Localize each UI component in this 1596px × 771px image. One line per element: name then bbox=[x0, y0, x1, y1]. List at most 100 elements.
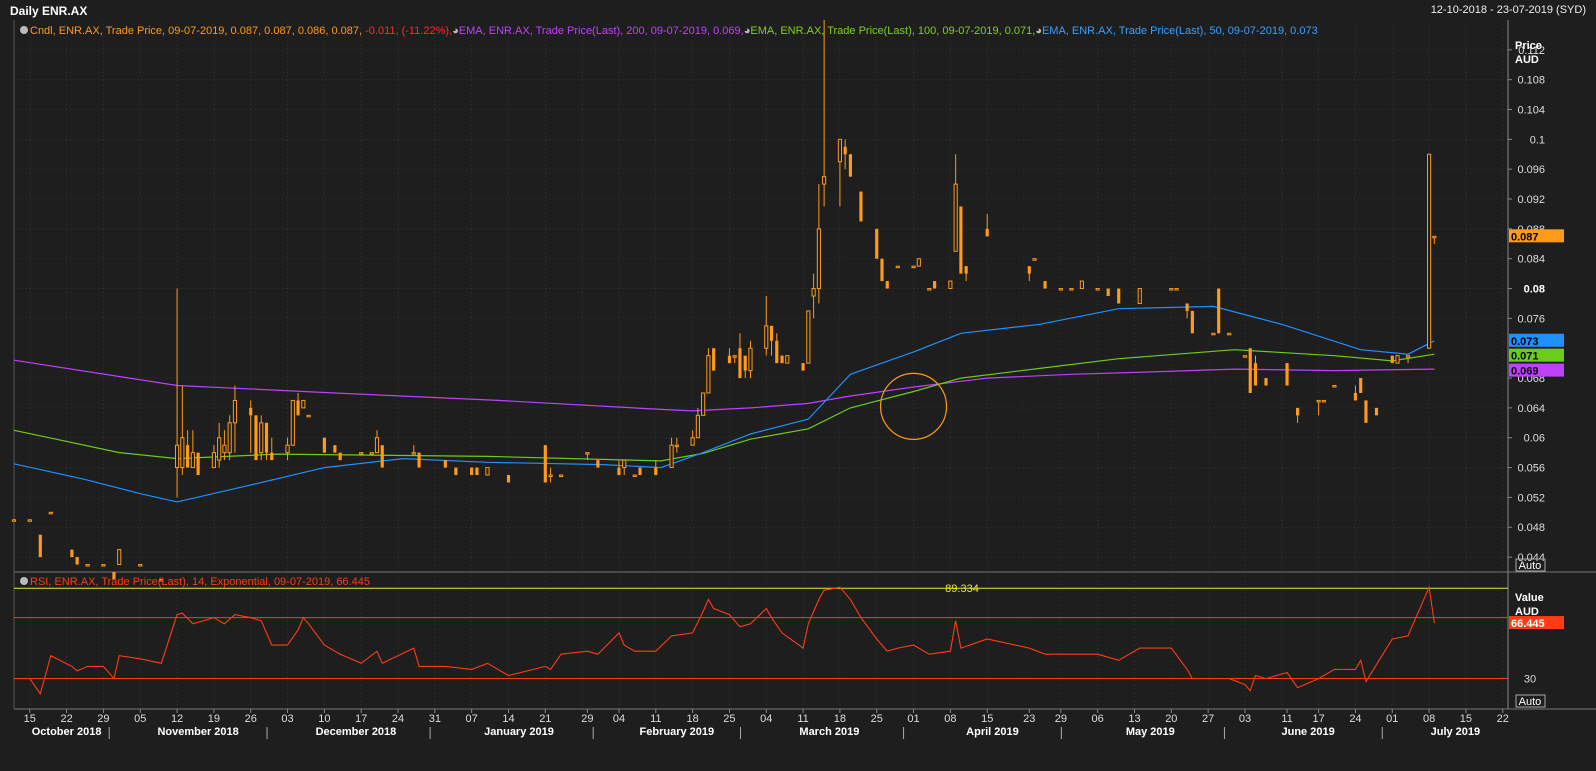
candle-body-down bbox=[75, 557, 79, 565]
x-tick-label: 03 bbox=[281, 713, 293, 725]
candle-body-down bbox=[985, 228, 989, 237]
candle-body-down bbox=[270, 452, 274, 461]
candle-body-up bbox=[785, 355, 790, 364]
legend-text: Cndl, ENR.AX, Trade Price, 09-07-2019, 0… bbox=[30, 25, 1318, 37]
x-tick-label: 17 bbox=[1312, 713, 1324, 725]
x-tick-label: 20 bbox=[1165, 713, 1177, 725]
candle-body-down bbox=[322, 437, 326, 453]
candle-body-down bbox=[296, 400, 300, 416]
x-month-label: May 2019 bbox=[1126, 726, 1175, 738]
candle-body-up bbox=[695, 414, 700, 439]
candle-body-up bbox=[1137, 288, 1142, 304]
candle-body-up bbox=[211, 452, 216, 469]
candle-body-down bbox=[712, 348, 716, 371]
candle-body-up bbox=[1079, 280, 1084, 290]
candle-body-up bbox=[927, 288, 932, 291]
candle-body-down bbox=[1248, 348, 1252, 393]
candle-body-up bbox=[1432, 235, 1437, 239]
candle-body-down bbox=[801, 363, 805, 371]
candle-body-up bbox=[138, 564, 143, 567]
price-badge-label: 0.073 bbox=[1511, 336, 1539, 348]
price-axis-unit: AUD bbox=[1515, 54, 1539, 66]
candle-body-up bbox=[585, 452, 590, 455]
x-month-label: July 2019 bbox=[1431, 726, 1481, 738]
candle-body-up bbox=[748, 347, 753, 372]
candle-body-up bbox=[559, 474, 564, 478]
legend-icon: ◕ bbox=[1035, 25, 1042, 37]
candle-body-up bbox=[816, 228, 821, 290]
candle-body-up bbox=[1321, 399, 1326, 403]
legend-entry: EMA, ENR.AX, Trade Price(Last), 50, 09-0… bbox=[1042, 25, 1318, 37]
candle-body-down bbox=[1295, 407, 1300, 416]
candle-body-down bbox=[475, 467, 479, 476]
rsi-auto-label: Auto bbox=[1519, 696, 1542, 708]
candle-body-up bbox=[895, 265, 900, 269]
rsi-level-label: 89.334 bbox=[945, 583, 979, 595]
candle-body-down bbox=[1185, 303, 1189, 311]
legend-entry: EMA, ENR.AX, Trade Price(Last), 200, 09-… bbox=[459, 25, 744, 37]
candle-body-down bbox=[1285, 363, 1289, 386]
x-tick-label: 18 bbox=[686, 713, 698, 725]
candle-body-up bbox=[285, 444, 290, 454]
candle-body-up bbox=[227, 422, 232, 454]
price-tick-label: 0.048 bbox=[1517, 522, 1545, 534]
x-tick-label: 15 bbox=[24, 713, 36, 725]
legend-icon: ◕ bbox=[744, 25, 751, 37]
candle-body-up bbox=[1427, 153, 1432, 349]
rsi-pane bbox=[14, 572, 1508, 709]
candle-body-up bbox=[174, 444, 180, 469]
x-month-label: December 2018 bbox=[316, 726, 397, 738]
candle-body-up bbox=[1242, 355, 1248, 358]
candle-body-down bbox=[1117, 288, 1121, 304]
rsi-legend-icon bbox=[20, 577, 28, 585]
x-tick-label: 31 bbox=[429, 713, 441, 725]
candle-body-down bbox=[859, 191, 863, 222]
candle-body-up bbox=[806, 310, 811, 364]
chart-window: Daily ENR.AX 12-10-2018 - 23-07-2019 (SY… bbox=[0, 0, 1596, 771]
price-tick-label: 0.092 bbox=[1517, 194, 1545, 206]
x-tick-label: 12 bbox=[171, 713, 183, 725]
x-tick-label: 24 bbox=[1349, 713, 1361, 725]
candle-body-up bbox=[411, 452, 416, 455]
x-tick-label: 18 bbox=[834, 713, 846, 725]
candle-body-down bbox=[506, 475, 511, 483]
candle-body-up bbox=[85, 564, 90, 567]
candle-body-up bbox=[1058, 288, 1063, 291]
candle-body-up bbox=[306, 414, 311, 418]
candle-body-up bbox=[1032, 258, 1037, 261]
x-tick-label: 15 bbox=[1460, 713, 1472, 725]
candle-body-up bbox=[911, 265, 916, 269]
candle-body-down bbox=[1374, 407, 1379, 416]
candle-body-up bbox=[1095, 288, 1100, 291]
candle-body-down bbox=[885, 281, 889, 289]
x-tick-label: 03 bbox=[1239, 713, 1251, 725]
x-tick-label: 24 bbox=[392, 713, 404, 725]
candle-body-up bbox=[11, 519, 17, 522]
legend-entry: EMA, ENR.AX, Trade Price(Last), 100, 09-… bbox=[750, 25, 1035, 37]
chart-canvas[interactable]: 0.1120.1080.1040.10.0960.0920.0880.0840.… bbox=[0, 20, 1596, 771]
candle-body-down bbox=[1043, 281, 1047, 289]
candle-body-up bbox=[217, 437, 222, 461]
candle-body-down bbox=[880, 258, 884, 282]
candle-body-down bbox=[264, 422, 269, 453]
x-month-label: June 2019 bbox=[1281, 726, 1334, 738]
legend-entry: -0.011, (-11.22%), bbox=[365, 25, 452, 37]
candle-body-up bbox=[485, 467, 490, 476]
x-tick-label: 13 bbox=[1128, 713, 1140, 725]
candle-body-down bbox=[417, 452, 421, 468]
x-month-label: January 2019 bbox=[484, 726, 554, 738]
candle-body-up bbox=[180, 437, 185, 469]
candle-body-up bbox=[622, 459, 627, 469]
candle-body-up bbox=[117, 549, 122, 566]
candle-body-up bbox=[1069, 288, 1074, 291]
x-tick-label: 08 bbox=[1423, 713, 1435, 725]
candle-body-up bbox=[1395, 355, 1400, 364]
x-tick-label: 29 bbox=[1055, 713, 1067, 725]
price-tick-label: 0.06 bbox=[1524, 433, 1545, 445]
candle-body-down bbox=[1217, 288, 1221, 334]
candle-body-down bbox=[1106, 288, 1110, 296]
price-tick-label: 0.056 bbox=[1517, 463, 1545, 475]
price-badge-label: 0.071 bbox=[1511, 351, 1539, 363]
candle-body-up bbox=[359, 452, 364, 455]
candle-body-down bbox=[1253, 363, 1258, 386]
